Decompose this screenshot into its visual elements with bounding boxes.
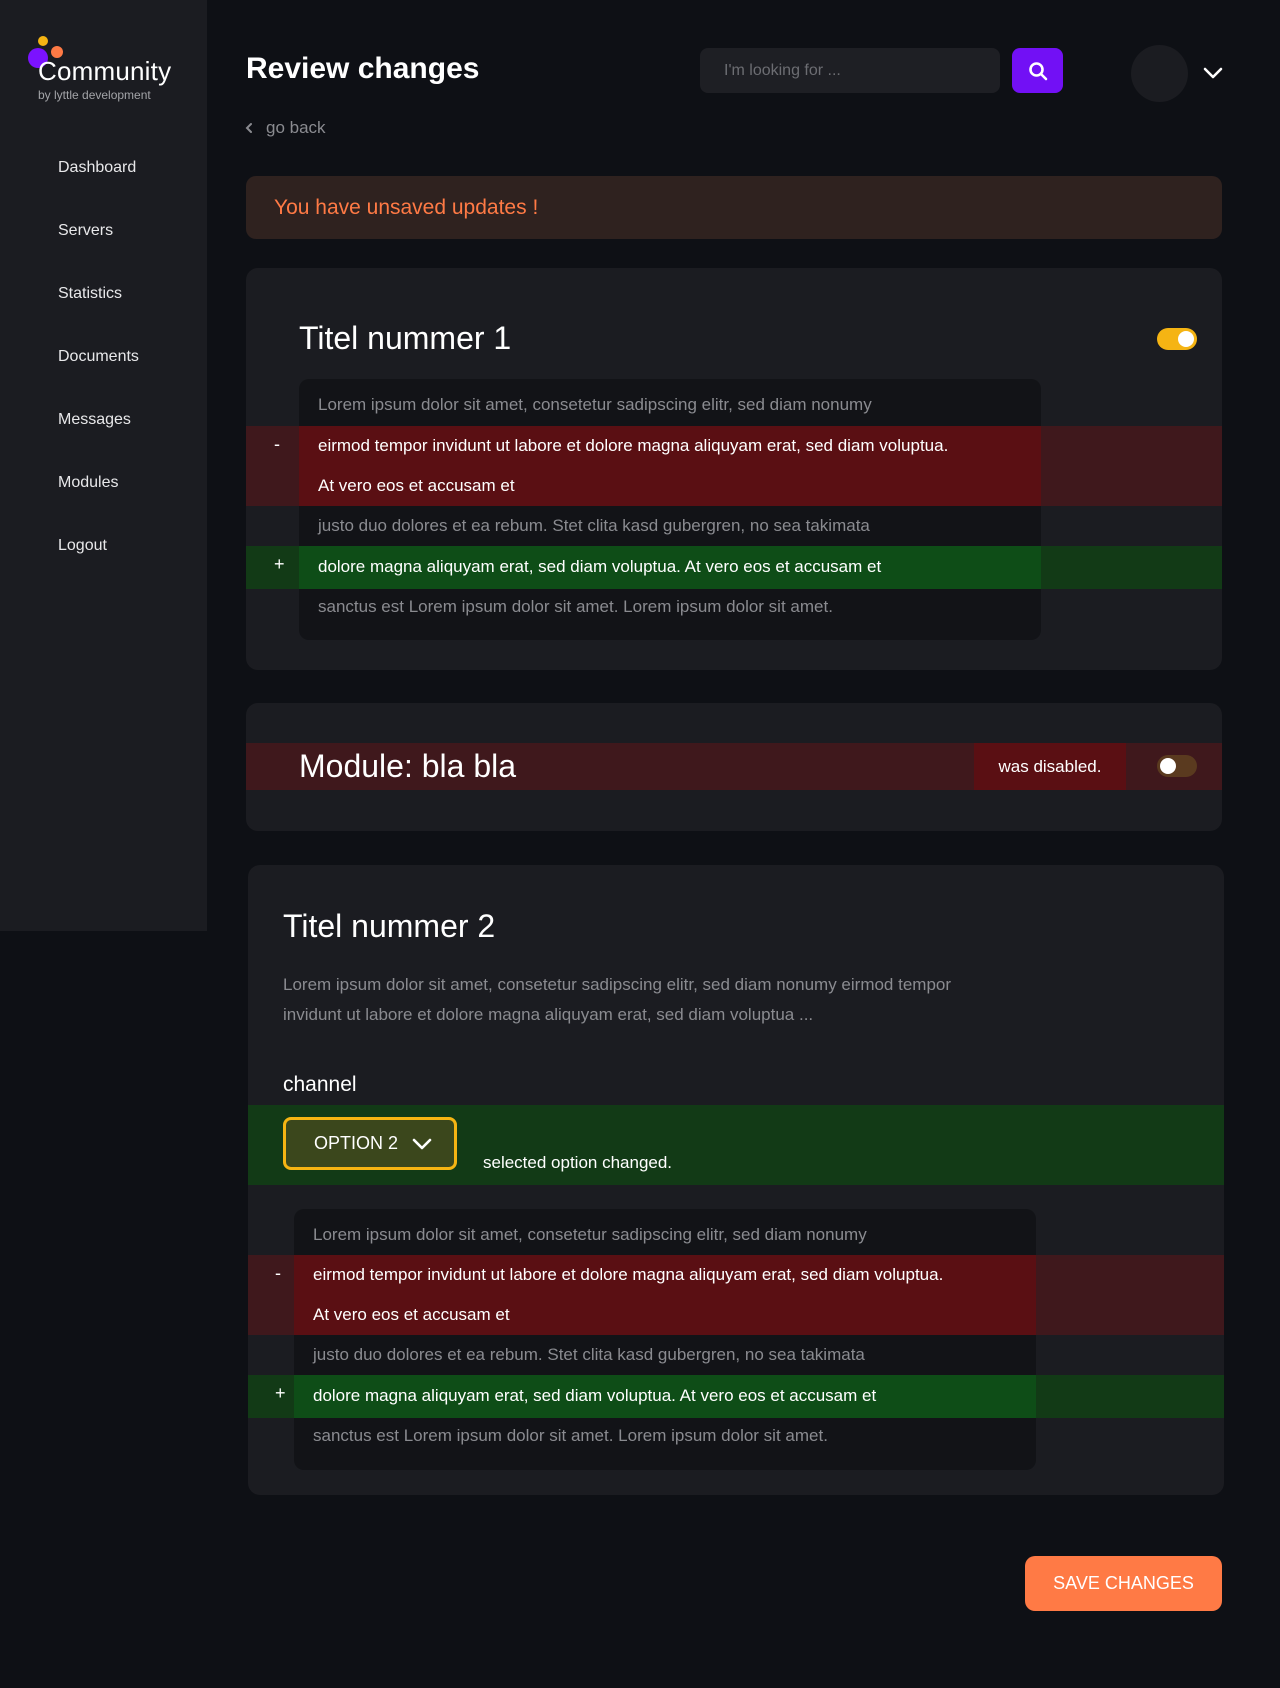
alert-text: You have unsaved updates ! (274, 196, 539, 219)
diff-line-text: sanctus est Lorem ipsum dolor sit amet. … (318, 597, 833, 616)
added-marker: + (275, 1383, 286, 1403)
channel-label: channel (283, 1073, 357, 1096)
diff-added-row: + dolore magna aliquyam erat, sed diam v… (248, 1375, 1224, 1418)
toggle-knob (1160, 758, 1176, 774)
go-back-label: go back (266, 118, 326, 137)
chevron-down-icon[interactable] (1202, 62, 1224, 84)
card-title: Titel nummer 1 (299, 320, 512, 356)
avatar[interactable] (1131, 45, 1188, 102)
diff-added-text: dolore magna aliquyam erat, sed diam vol… (318, 557, 882, 576)
diff-line-text: justo duo dolores et ea rebum. Stet clit… (318, 516, 870, 535)
sidebar-item-documents[interactable]: Documents (58, 337, 139, 400)
go-back-link[interactable]: go back (244, 118, 326, 138)
search-button[interactable] (1012, 48, 1063, 93)
page-title: Review changes (246, 52, 480, 85)
diff-line-text: justo duo dolores et ea rebum. Stet clit… (313, 1345, 865, 1364)
search-input[interactable] (700, 48, 1000, 93)
brand-subtitle: by lyttle development (38, 88, 151, 102)
diff-line-text: Lorem ipsum dolor sit amet, consetetur s… (313, 1225, 867, 1244)
module-toggle[interactable] (1157, 755, 1197, 777)
module-title: Module: bla bla (299, 748, 517, 784)
sidebar-item-dashboard[interactable]: Dashboard (58, 148, 139, 211)
diff-line: sanctus est Lorem ipsum dolor sit amet. … (246, 589, 1222, 629)
toggle-knob (1178, 331, 1194, 347)
sidebar-item-messages[interactable]: Messages (58, 400, 139, 463)
diff-line: Lorem ipsum dolor sit amet, consetetur s… (248, 1215, 1224, 1255)
sidebar-item-statistics[interactable]: Statistics (58, 274, 139, 337)
diff-removed-text: eirmod tempor invidunt ut labore et dolo… (318, 436, 949, 455)
select-changed-row: OPTION 2 selected option changed. (248, 1105, 1224, 1185)
diff-removed-row: - eirmod tempor invidunt ut labore et do… (246, 426, 1222, 506)
diff-removed-row: - eirmod tempor invidunt ut labore et do… (248, 1255, 1224, 1335)
change-card-2: Titel nummer 2 Lorem ipsum dolor sit ame… (248, 865, 1224, 1495)
card-description: Lorem ipsum dolor sit amet, consetetur s… (283, 975, 952, 1024)
diff-added-text: dolore magna aliquyam erat, sed diam vol… (313, 1386, 877, 1405)
unsaved-alert: You have unsaved updates ! (246, 176, 1222, 239)
module-removed-row: Module: bla bla was disabled. (246, 743, 1222, 790)
sidebar-item-servers[interactable]: Servers (58, 211, 139, 274)
brand-title: Community (38, 56, 172, 86)
diff-line: sanctus est Lorem ipsum dolor sit amet. … (248, 1418, 1224, 1458)
brand-logo[interactable]: Community by lyttle development (28, 36, 198, 106)
chevron-left-icon (245, 123, 252, 133)
sidebar-item-modules[interactable]: Modules (58, 463, 139, 526)
select-change-note: selected option changed. (483, 1153, 673, 1172)
card-title: Titel nummer 2 (283, 908, 496, 944)
channel-select-value: OPTION 2 (314, 1133, 399, 1153)
enable-toggle[interactable] (1157, 328, 1197, 350)
sidebar-item-logout[interactable]: Logout (58, 526, 139, 589)
save-changes-button[interactable]: SAVE CHANGES (1025, 1556, 1222, 1611)
change-card-1: Titel nummer 1 Lorem ipsum dolor sit ame… (246, 268, 1222, 670)
diff-removed-text: At vero eos et accusam et (313, 1305, 510, 1324)
diff-line: justo duo dolores et ea rebum. Stet clit… (246, 506, 1222, 546)
diff-removed-text: At vero eos et accusam et (318, 476, 515, 495)
sidebar-nav: Dashboard Servers Statistics Documents M… (58, 148, 139, 589)
chevron-down-icon (412, 1138, 432, 1149)
diff-line-text: Lorem ipsum dolor sit amet, consetetur s… (318, 395, 872, 414)
diff-removed-text: eirmod tempor invidunt ut labore et dolo… (313, 1265, 944, 1284)
removed-marker: - (275, 1263, 281, 1283)
diff-line: justo duo dolores et ea rebum. Stet clit… (248, 1335, 1224, 1375)
channel-select[interactable]: OPTION 2 (283, 1117, 457, 1170)
sidebar: Community by lyttle development Dashboar… (0, 0, 207, 931)
module-card: Module: bla bla was disabled. (246, 703, 1222, 831)
diff-line: Lorem ipsum dolor sit amet, consetetur s… (246, 385, 1222, 425)
diff-line-text: sanctus est Lorem ipsum dolor sit amet. … (313, 1426, 828, 1445)
added-marker: + (274, 554, 285, 574)
removed-marker: - (274, 434, 280, 454)
search-icon (1028, 61, 1047, 80)
status-badge: was disabled. (974, 743, 1126, 790)
diff-added-row: + dolore magna aliquyam erat, sed diam v… (246, 546, 1222, 589)
logo-dot-yellow (38, 36, 48, 46)
